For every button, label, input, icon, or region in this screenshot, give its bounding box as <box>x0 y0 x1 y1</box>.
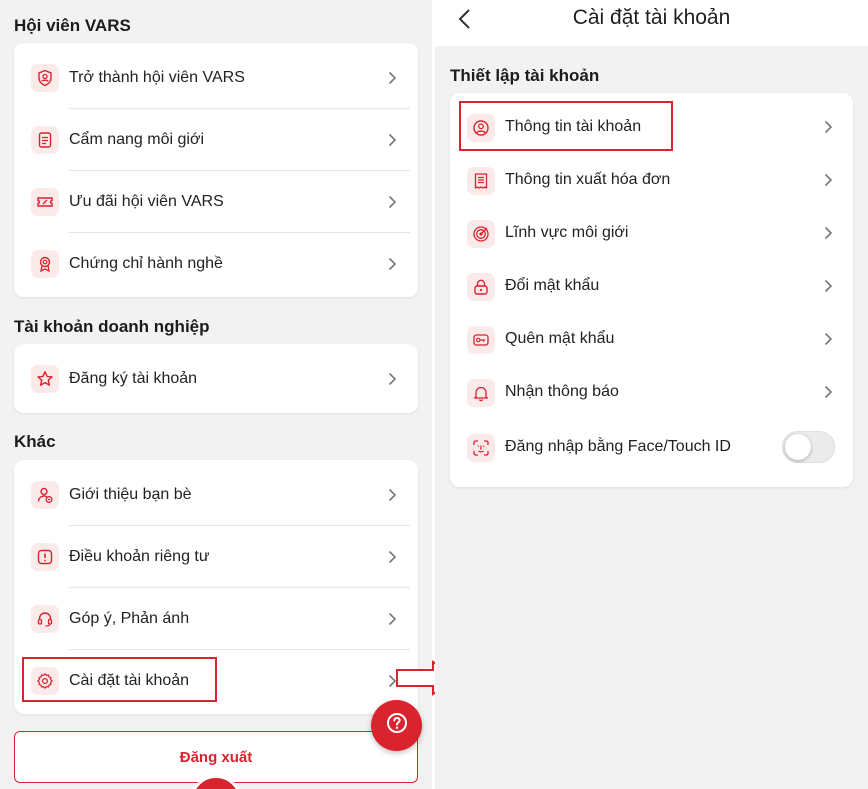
menu-item-gop-y[interactable]: Góp ý, Phản ánh <box>14 588 418 650</box>
page-header: Cài đặt tài khoản <box>435 0 868 46</box>
highlight-box-thong-tin <box>459 101 673 151</box>
menu-item-uu-dai[interactable]: Ưu đãi hội viên VARS <box>14 171 418 233</box>
menu-item-label: Trở thành hội viên VARS <box>69 69 245 86</box>
card-doanh-nghiep: Đăng ký tài khoản <box>14 344 418 413</box>
settings-item-label: Lĩnh vực môi giới <box>505 224 629 241</box>
chevron-right-icon <box>386 487 398 503</box>
menu-item-chung-chi[interactable]: Chứng chỉ hành nghề <box>14 233 418 295</box>
menu-item-label: Đăng ký tài khoản <box>69 370 198 387</box>
menu-item-label: Chứng chỉ hành nghề <box>69 255 223 272</box>
chevron-right-icon <box>824 120 836 136</box>
lock-icon <box>467 273 495 301</box>
ticket-icon <box>31 188 59 216</box>
badge-icon <box>31 250 59 278</box>
face-id-icon <box>467 434 495 462</box>
star-icon <box>31 365 59 393</box>
face-id-toggle[interactable] <box>782 431 835 463</box>
chevron-right-icon <box>386 194 398 210</box>
settings-item-nhan-thong-bao[interactable]: Nhận thông báo <box>450 366 853 419</box>
chevron-right-icon <box>386 132 398 148</box>
section-title-hoi-vien: Hội viên VARS <box>14 16 131 35</box>
menu-item-cam-nang[interactable]: Cẩm nang môi giới <box>14 109 418 171</box>
chevron-right-icon <box>386 256 398 272</box>
section-title-thiet-lap: Thiết lập tài khoản <box>450 66 600 85</box>
menu-item-tro-thanh-hoi-vien[interactable]: Trở thành hội viên VARS <box>14 47 418 109</box>
help-button[interactable] <box>371 700 422 751</box>
card-hoi-vien: Trở thành hội viên VARS Cẩm nang môi giớ… <box>14 43 418 297</box>
chevron-right-icon <box>824 226 836 242</box>
menu-item-gioi-thieu[interactable]: Giới thiệu bạn bè <box>14 464 418 526</box>
toggle-knob <box>785 434 811 460</box>
settings-item-face-id: Đăng nhập bằng Face/Touch ID <box>450 419 853 477</box>
section-title-doanh-nghiep: Tài khoản doanh nghiệp <box>14 317 210 336</box>
left-pane: Hội viên VARS Trở thành hội viên VARS Cẩ… <box>0 0 432 789</box>
chevron-right-icon <box>824 173 836 189</box>
settings-item-label: Đổi mật khẩu <box>505 277 600 294</box>
menu-item-dieu-khoan[interactable]: Điều khoản riêng tư <box>14 526 418 588</box>
settings-item-label: Nhận thông báo <box>505 383 619 400</box>
key-icon <box>467 326 495 354</box>
highlight-box-cai-dat <box>22 657 217 702</box>
menu-item-label: Góp ý, Phản ánh <box>69 610 190 627</box>
settings-item-label: Đăng nhập bằng Face/Touch ID <box>505 438 731 455</box>
settings-item-doi-mat-khau[interactable]: Đổi mật khẩu <box>450 260 853 313</box>
chevron-right-icon <box>386 70 398 86</box>
section-title-khac: Khác <box>14 432 56 451</box>
headset-icon <box>31 605 59 633</box>
card-thiet-lap: Thông tin tài khoản Thông tin xuất hóa đ… <box>450 93 853 487</box>
menu-item-label: Cẩm nang môi giới <box>69 131 204 148</box>
bell-icon <box>467 379 495 407</box>
settings-item-label: Thông tin xuất hóa đơn <box>505 171 671 188</box>
menu-item-label: Giới thiệu bạn bè <box>69 486 192 503</box>
question-circle-icon <box>385 711 409 740</box>
chevron-right-icon <box>386 549 398 565</box>
right-pane: Cài đặt tài khoản Thiết lập tài khoản Th… <box>435 0 868 789</box>
chevron-right-icon <box>824 279 836 295</box>
document-icon <box>31 126 59 154</box>
alert-icon <box>31 543 59 571</box>
menu-item-label: Ưu đãi hội viên VARS <box>69 193 224 210</box>
settings-item-linh-vuc[interactable]: Lĩnh vực môi giới <box>450 207 853 260</box>
chevron-right-icon <box>386 611 398 627</box>
user-share-icon <box>31 481 59 509</box>
shield-user-icon <box>31 64 59 92</box>
page-title: Cài đặt tài khoản <box>572 6 731 29</box>
chevron-right-icon <box>824 332 836 348</box>
menu-item-dang-ky-tai-khoan[interactable]: Đăng ký tài khoản <box>14 348 418 410</box>
settings-item-quen-mat-khau[interactable]: Quên mật khẩu <box>450 313 853 366</box>
settings-item-hoa-don[interactable]: Thông tin xuất hóa đơn <box>450 154 853 207</box>
chevron-right-icon <box>386 371 398 387</box>
menu-item-label: Điều khoản riêng tư <box>69 548 210 565</box>
invoice-icon <box>467 167 495 195</box>
settings-item-label: Quên mật khẩu <box>505 330 615 347</box>
target-icon <box>467 220 495 248</box>
chevron-right-icon <box>824 385 836 401</box>
